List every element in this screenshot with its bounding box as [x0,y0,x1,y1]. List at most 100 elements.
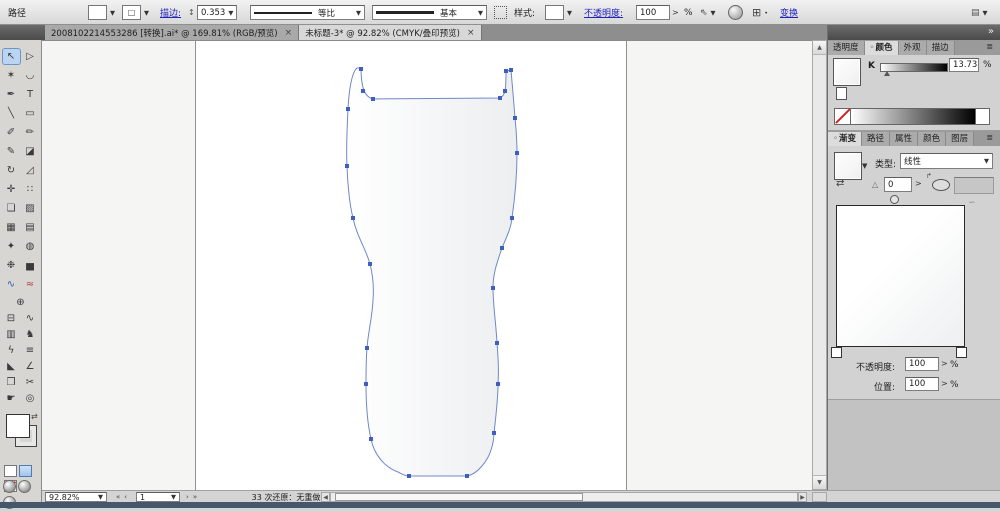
panel-tab-颜色[interactable]: 颜色 [865,41,899,55]
k-value-field[interactable]: 13.73 [949,58,979,72]
envelope-tool[interactable]: ⊟ [3,311,20,326]
panel-menu-icon[interactable]: ≣ [986,133,997,142]
hscroll-right-icon[interactable]: ▶ [798,492,807,502]
gradient-stop-right[interactable] [956,347,967,358]
prev-artboard-icon[interactable]: ‹ [124,493,127,501]
anchor-point[interactable] [351,216,355,220]
paintbrush-tool[interactable]: ✐ [3,125,20,140]
canvas-area[interactable] [42,40,812,490]
width-profile-select[interactable]: 等比 ▼ [250,5,365,20]
symbol-sprayer-tool[interactable]: ❉ [3,258,20,273]
panel-tab-渐变[interactable]: 渐变 [828,132,862,146]
crop-area-tool[interactable]: ❒ [3,375,20,390]
scroll-down-icon[interactable]: ▼ [813,475,826,489]
slice-tool[interactable]: ✂ [22,375,39,390]
color-mode-button[interactable] [4,465,17,477]
blend-tool[interactable]: ◍ [22,239,39,254]
anchor-point[interactable] [503,89,507,93]
reverse-gradient-icon[interactable]: ⇄ [836,178,844,189]
anchor-point[interactable] [359,67,363,71]
fill-color-select[interactable]: ▼ [88,5,115,20]
anchor-point[interactable] [495,341,499,345]
style-swatch[interactable] [545,5,564,20]
gradient-preview-square[interactable] [836,205,965,347]
k-slider[interactable] [880,63,948,72]
graph-tool[interactable]: ▥ [3,327,20,342]
angle-tool[interactable]: ∠ [22,359,39,374]
first-artboard-icon[interactable]: « [116,493,120,501]
gradient-annotator-icon[interactable] [932,179,950,191]
anchor-point[interactable] [504,69,508,73]
full-screen-menu-mode-button[interactable] [18,480,31,493]
arc-tool[interactable]: ∿ [3,277,20,292]
stroke-weight-stepper[interactable]: ↕ [188,5,195,20]
gradient-stop-left[interactable] [831,347,842,358]
anchor-point[interactable] [371,97,375,101]
panel-tab-外观[interactable]: 外观 [899,41,927,55]
anchor-point[interactable] [365,346,369,350]
hscroll-thumb[interactable] [335,493,583,501]
k-slider-handle[interactable] [884,71,890,76]
panel-tab-图层[interactable]: 图层 [946,132,974,146]
opacity-popup-arrow-icon[interactable]: > [941,359,948,368]
document-tab[interactable]: 未标题-3* @ 92.82% (CMYK/叠印预览)× [299,25,481,40]
color-spectrum-ramp[interactable] [834,108,990,125]
none-swatch[interactable] [835,109,851,124]
selection-tool[interactable]: ↖ [3,49,20,64]
anchor-point[interactable] [500,246,504,250]
close-tab-icon[interactable]: × [467,28,475,38]
reshape-tool[interactable]: ∿ [22,311,39,326]
stroke-link[interactable]: 描边: [160,5,181,20]
anchor-point[interactable] [407,474,411,478]
artwork-path[interactable] [42,41,812,491]
gradient-midpoint-marker[interactable] [890,195,899,204]
stroke-swatch-icon[interactable] [836,87,847,100]
line-segment-tool[interactable]: ╲ [3,106,20,121]
horizontal-scrollbar[interactable] [330,492,798,502]
stroke-swatch[interactable]: □ [122,5,141,20]
paragraph-tool[interactable]: ≡ [22,343,39,358]
mesh-tool[interactable]: ▦ [3,220,20,235]
zigzag-tool[interactable]: ϟ [3,343,20,358]
hand-tool[interactable]: ☛ [3,391,20,406]
anchor-point[interactable] [465,474,469,478]
stop-opacity-field[interactable]: 100 [905,357,939,371]
white-swatch[interactable] [975,109,989,124]
panel-tab-透明度[interactable]: 透明度 [828,41,865,55]
symbolism-tool[interactable]: ♞ [22,327,39,342]
panel-menu-icon[interactable]: ≣ [986,42,997,51]
anchor-point[interactable] [364,382,368,386]
eyedropper-tool[interactable]: ✦ [3,239,20,254]
close-tab-icon[interactable]: × [285,28,293,38]
location-popup-arrow-icon[interactable]: > [941,379,948,388]
pen-tool[interactable]: ✒ [3,87,20,102]
fill-color-proxy[interactable] [6,414,30,438]
measure-tool[interactable]: ◣ [3,359,20,374]
width-tool[interactable]: ❏ [3,201,20,216]
anchor-point[interactable] [369,437,373,441]
anchor-point[interactable] [515,151,519,155]
warp-tool[interactable]: ✛ [3,182,20,197]
normal-screen-mode-button[interactable] [3,480,16,493]
anchor-point[interactable] [361,89,365,93]
anchor-point[interactable] [496,382,500,386]
align-icon[interactable]: ⊞• [752,5,768,20]
panel-tab-颜色[interactable]: 颜色 [918,132,946,146]
k-ramp[interactable] [851,109,975,124]
workspace-switcher-icon[interactable]: ▤▼ [971,5,988,20]
brush-select[interactable]: 基本 ▼ [372,5,487,20]
panel-tab-属性[interactable]: 属性 [890,132,918,146]
anchor-point[interactable] [491,286,495,290]
recolor-artwork-icon[interactable] [728,5,743,20]
gradient-tool[interactable]: ▤ [22,220,39,235]
bounding-box-icon[interactable] [494,5,507,20]
spiral-tool[interactable]: ≈ [22,277,39,292]
swap-fill-stroke-icon[interactable]: ⇄ [31,412,38,421]
artboard-number-select[interactable]: 1 ▼ [136,492,180,502]
anchor-point[interactable] [345,164,349,168]
zoom-level-select[interactable]: 92.82% ▼ [45,492,107,502]
vertical-scrollbar[interactable]: ▲ ▼ [812,40,827,490]
stroke-weight-field[interactable]: 0.353▼ [197,5,237,20]
gradient-type-select[interactable]: 线性 ▼ [900,153,993,169]
stop-location-field[interactable]: 100 [905,377,939,391]
